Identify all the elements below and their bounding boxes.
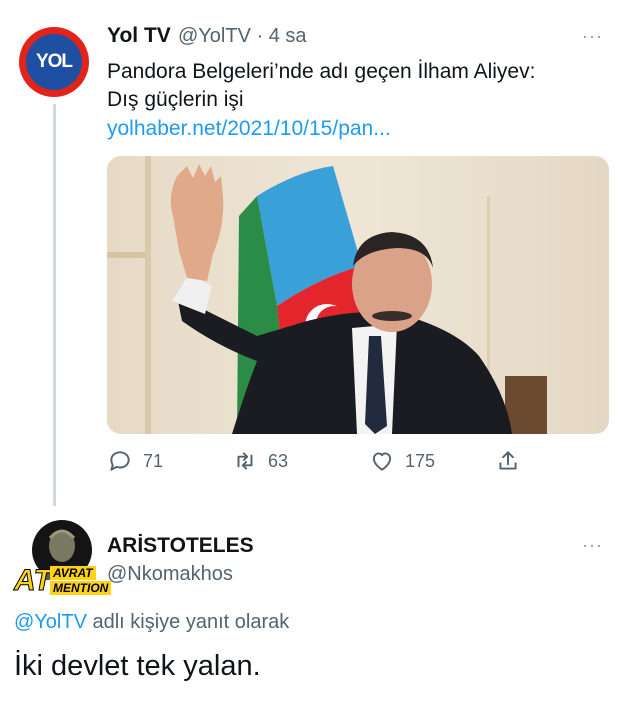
- reply-icon[interactable]: [107, 448, 133, 474]
- reply-action[interactable]: 71: [107, 448, 163, 474]
- avatar-logo-inner: YOL: [26, 34, 82, 90]
- reply-context: @YolTV adlı kişiye yanıt olarak: [14, 611, 289, 634]
- tweet-link[interactable]: yolhaber.net/2021/10/15/pan...: [107, 117, 391, 141]
- reply-to-label: adlı kişiye yanıt olarak: [86, 611, 290, 633]
- more-options-icon[interactable]: ···: [582, 26, 603, 47]
- badge-mention: MENTION: [50, 581, 112, 595]
- tweet-timestamp[interactable]: 4 sa: [269, 25, 307, 47]
- reply-to-mention[interactable]: @YolTV: [14, 611, 87, 633]
- share-icon[interactable]: [495, 448, 521, 474]
- thread-connector-line: [53, 104, 56, 506]
- tweet-author-name[interactable]: Yol TV: [107, 24, 171, 48]
- photo-illustration: [107, 156, 609, 434]
- badge-at: AT: [14, 564, 53, 597]
- reply-text: İki devlet tek yalan.: [14, 650, 261, 682]
- reply-author-name[interactable]: ARİSTOTELES: [107, 534, 254, 558]
- tweet-media-photo[interactable]: [107, 156, 609, 434]
- reply-count: 71: [143, 450, 164, 471]
- tweet-text-line-2: Dış güçlerin işi: [107, 88, 244, 111]
- like-action[interactable]: 175: [369, 448, 435, 474]
- meta-separator: ·: [256, 25, 264, 47]
- avatar-yoltv[interactable]: YOL: [16, 24, 92, 100]
- badge-avrat: AVRAT: [50, 566, 96, 580]
- retweet-icon[interactable]: [232, 448, 258, 474]
- like-count: 175: [405, 450, 436, 471]
- retweet-count: 63: [268, 450, 289, 471]
- avatar-aristoteles[interactable]: AT AVRAT MENTION: [14, 516, 112, 600]
- yol-logo: YOL: [35, 51, 73, 72]
- heart-icon[interactable]: [369, 448, 395, 474]
- avatar-badge: AT AVRAT MENTION: [14, 564, 112, 598]
- tweet-text-line-1: Pandora Belgeleri’nde adı geçen İlham Al…: [107, 60, 536, 83]
- avatar-logo-ring: YOL: [19, 27, 89, 97]
- reply-author-handle[interactable]: @Nkomakhos: [107, 563, 233, 586]
- retweet-action[interactable]: 63: [232, 448, 288, 474]
- tweet-author-meta[interactable]: @YolTV · 4 sa: [178, 25, 307, 48]
- share-action[interactable]: [495, 448, 521, 474]
- tweet-author-handle[interactable]: @YolTV: [178, 25, 251, 47]
- reply-more-options-icon[interactable]: ···: [582, 535, 603, 556]
- tweet-text: Pandora Belgeleri’nde adı geçen İlham Al…: [107, 58, 617, 114]
